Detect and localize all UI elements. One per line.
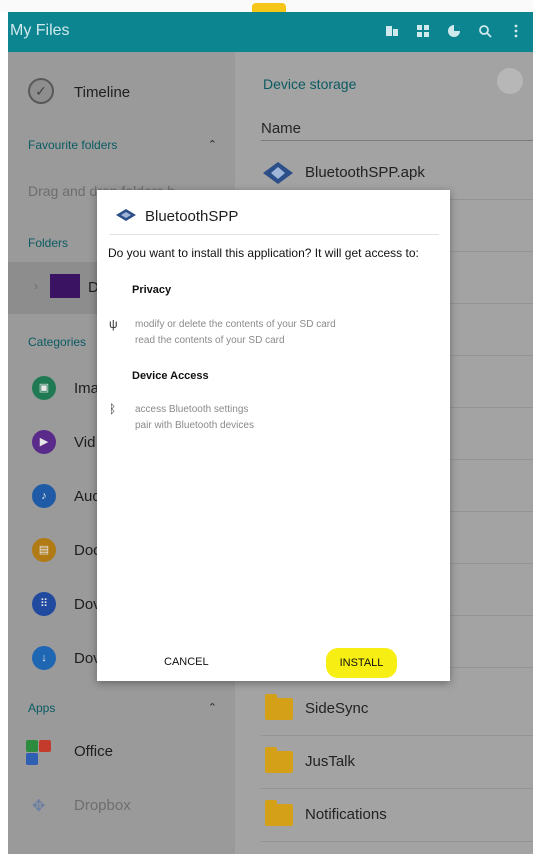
install-question: Do you want to install this application?… (108, 246, 419, 260)
app-icon (115, 208, 137, 227)
permission-section-heading: Device Access (132, 370, 209, 382)
file-name: Notifications (305, 806, 387, 823)
app-bar: My Files (8, 12, 533, 52)
usb-icon: ψ (109, 317, 118, 331)
file-name: SideSync (305, 700, 369, 717)
permission-item: modify or delete the contents of your SD… (135, 319, 336, 330)
device-storage-title: Device storage (263, 76, 357, 92)
more-icon[interactable] (509, 23, 523, 39)
permission-item: read the contents of your SD card (135, 335, 285, 346)
permission-item: pair with Bluetooth devices (135, 420, 254, 431)
sidebar-item-office[interactable]: Office (8, 732, 235, 772)
file-name: BluetoothSPP.apk (305, 164, 425, 181)
chevron-up-icon[interactable]: ⌃ (208, 701, 217, 714)
office-icon (26, 740, 52, 766)
file-row[interactable]: SideSync (261, 684, 533, 736)
sidebar-item-label: Timeline (74, 84, 131, 101)
install-button[interactable]: INSTALL (326, 648, 397, 678)
music-icon: ♪ (32, 484, 56, 508)
favourite-folders-header[interactable]: Favourite folders (28, 138, 117, 152)
background-image-fragment (252, 3, 286, 12)
sidebar-item-label: Office (74, 743, 113, 760)
permission-section-heading: Privacy (132, 284, 172, 296)
permission-item: access Bluetooth settings (135, 404, 249, 415)
sidebar-item-label: Dropbox (74, 797, 131, 814)
download-history-icon: ⠿ (32, 592, 56, 616)
name-column-header[interactable]: Name (261, 120, 301, 137)
folder-icon (265, 694, 293, 720)
sidebar-item-label: Vid (74, 434, 96, 451)
sidebar-item-label: Ima (74, 380, 100, 397)
timeline-icon: ✓ (28, 78, 54, 104)
video-icon: ▶ (32, 430, 56, 454)
folder-icon (265, 800, 293, 826)
folder-icon (265, 747, 293, 773)
document-icon: ▤ (32, 538, 56, 562)
dialog-header: BluetoothSPP (97, 190, 450, 234)
bluetooth-icon: ᛒ (109, 402, 117, 416)
dialog-divider (109, 234, 439, 235)
folders-header: Folders (28, 236, 69, 250)
categories-header: Categories (28, 335, 87, 349)
chevron-right-icon[interactable]: › (34, 279, 38, 293)
app-title: My Files (10, 22, 70, 39)
search-icon[interactable] (478, 23, 492, 39)
apk-icon (261, 160, 295, 191)
install-dialog: BluetoothSPP Do you want to install this… (97, 190, 450, 681)
sidebar-item-dropbox[interactable]: ✥ Dropbox (8, 786, 235, 826)
cancel-button[interactable]: CANCEL (164, 656, 209, 668)
sidebar-item-timeline[interactable]: ✓ Timeline (8, 74, 235, 110)
file-row[interactable]: Notifications (261, 790, 533, 842)
top-strip (0, 0, 533, 12)
dropbox-icon: ✥ (32, 798, 46, 815)
dialog-app-name: BluetoothSPP (145, 208, 239, 225)
file-name: JusTalk (305, 753, 356, 770)
app-bar-actions (385, 23, 523, 39)
images-icon: ▣ (32, 376, 56, 400)
grid-icon[interactable] (416, 23, 430, 39)
header-divider (261, 140, 533, 141)
download-icon: ↓ (32, 646, 56, 670)
apps-header[interactable]: Apps (28, 701, 55, 715)
storage-status-icon[interactable] (497, 68, 523, 94)
file-row[interactable]: JusTalk (261, 737, 533, 789)
storage-icon[interactable] (385, 23, 399, 39)
chevron-up-icon[interactable]: ⌃ (208, 138, 217, 151)
folder-thumbnail (50, 274, 80, 298)
pie-icon[interactable] (447, 23, 461, 39)
